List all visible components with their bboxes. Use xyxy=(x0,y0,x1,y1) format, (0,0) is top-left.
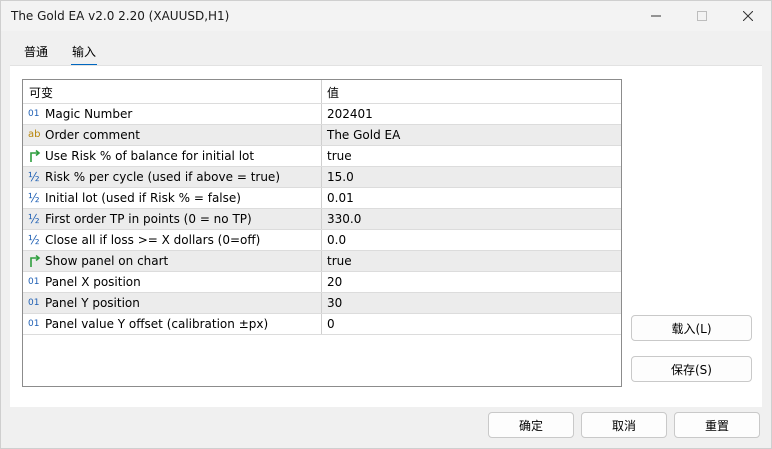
table-row[interactable]: 01 Panel value Y offset (calibration ±px)… xyxy=(23,314,621,335)
header-variable-cell[interactable]: 可变 xyxy=(23,80,321,103)
dialog-window: The Gold EA v2.0 2.20 (XAUUSD,H1) 普通 输入 … xyxy=(0,0,772,449)
double-icon: ½ xyxy=(28,233,40,247)
row-value: 0 xyxy=(327,317,335,331)
tab-common[interactable]: 普通 xyxy=(23,43,49,64)
row-value: true xyxy=(327,254,352,268)
grid-header: 可变 值 xyxy=(23,80,621,104)
row-name-cell: Show panel on chart xyxy=(23,251,321,271)
string-icon: ab xyxy=(28,129,41,140)
table-row[interactable]: Show panel on chart true xyxy=(23,251,621,272)
load-button[interactable]: 载入(L) xyxy=(631,315,752,341)
maximize-icon xyxy=(697,11,707,21)
row-value-cell[interactable]: true xyxy=(322,251,621,271)
row-value-cell[interactable]: 30 xyxy=(322,293,621,313)
row-name-cell: ½ Initial lot (used if Risk % = false) xyxy=(23,188,321,208)
cancel-button[interactable]: 取消 xyxy=(581,412,667,438)
row-value: 202401 xyxy=(327,107,373,121)
row-value: The Gold EA xyxy=(327,128,401,142)
row-name-cell: ab Order comment xyxy=(23,125,321,145)
row-value-cell[interactable]: 0.01 xyxy=(322,188,621,208)
row-name: Close all if loss >= X dollars (0=off) xyxy=(45,233,261,247)
table-row[interactable]: 01 Panel X position 20 xyxy=(23,272,621,293)
header-value-cell[interactable]: 值 xyxy=(322,80,621,103)
table-row[interactable]: 01 Panel Y position 30 xyxy=(23,293,621,314)
row-value-cell[interactable]: true xyxy=(322,146,621,166)
row-value: 20 xyxy=(327,275,343,289)
row-name-cell: Use Risk % of balance for initial lot xyxy=(23,146,321,166)
row-name: Initial lot (used if Risk % = false) xyxy=(45,191,241,205)
row-name: Show panel on chart xyxy=(45,254,169,268)
table-row[interactable]: ½ First order TP in points (0 = no TP) 330… xyxy=(23,209,621,230)
header-value-label: 值 xyxy=(327,86,340,100)
row-value: 30 xyxy=(327,296,343,310)
row-name-cell: ½ First order TP in points (0 = no TP) xyxy=(23,209,321,229)
row-value: true xyxy=(327,149,352,163)
row-value-cell[interactable]: 20 xyxy=(322,272,621,292)
row-value-cell[interactable]: 0 xyxy=(322,314,621,334)
row-value: 0.01 xyxy=(327,191,354,205)
integer-icon: 01 xyxy=(28,319,40,329)
close-icon xyxy=(743,11,753,21)
minimize-icon xyxy=(651,15,661,17)
minimize-button[interactable] xyxy=(633,1,679,31)
row-value: 330.0 xyxy=(327,212,362,226)
close-button[interactable] xyxy=(725,1,771,31)
table-row[interactable]: ab Order comment The Gold EA xyxy=(23,125,621,146)
table-row[interactable]: Use Risk % of balance for initial lot tru… xyxy=(23,146,621,167)
double-icon: ½ xyxy=(28,212,40,226)
row-name: Panel value Y offset (calibration ±px) xyxy=(45,317,269,331)
row-value-cell[interactable]: The Gold EA xyxy=(322,125,621,145)
row-value-cell[interactable]: 330.0 xyxy=(322,209,621,229)
row-name: Panel X position xyxy=(45,275,141,289)
maximize-button xyxy=(679,1,725,31)
row-name: Panel Y position xyxy=(45,296,140,310)
table-row[interactable]: 01 Magic Number 202401 xyxy=(23,104,621,125)
integer-icon: 01 xyxy=(28,109,40,119)
row-value-cell[interactable]: 0.0 xyxy=(322,230,621,250)
row-value: 0.0 xyxy=(327,233,347,247)
row-value: 15.0 xyxy=(327,170,354,184)
row-value-cell[interactable]: 15.0 xyxy=(322,167,621,187)
row-name: Risk % per cycle (used if above = true) xyxy=(45,170,280,184)
integer-icon: 01 xyxy=(28,298,40,308)
table-row[interactable]: ½ Initial lot (used if Risk % = false) 0.0… xyxy=(23,188,621,209)
boolean-icon xyxy=(28,148,42,164)
row-name-cell: ½ Close all if loss >= X dollars (0=off) xyxy=(23,230,321,250)
row-name: First order TP in points (0 = no TP) xyxy=(45,212,252,226)
boolean-icon xyxy=(28,253,42,269)
row-name-cell: 01 Panel Y position xyxy=(23,293,321,313)
row-value-cell[interactable]: 202401 xyxy=(322,104,621,124)
row-name-cell: ½ Risk % per cycle (used if above = true) xyxy=(23,167,321,187)
row-name-cell: 01 Panel value Y offset (calibration ±px) xyxy=(23,314,321,334)
save-button[interactable]: 保存(S) xyxy=(631,356,752,382)
integer-icon: 01 xyxy=(28,277,40,287)
double-icon: ½ xyxy=(28,191,40,205)
inputs-grid: 可变 值 01 Magic Number 202401 ab Order comment… xyxy=(22,79,622,387)
row-name: Use Risk % of balance for initial lot xyxy=(45,149,255,163)
table-row[interactable]: ½ Close all if loss >= X dollars (0=off) 0… xyxy=(23,230,621,251)
double-icon: ½ xyxy=(28,170,40,184)
table-row[interactable]: ½ Risk % per cycle (used if above = true)… xyxy=(23,167,621,188)
row-name-cell: 01 Panel X position xyxy=(23,272,321,292)
row-name-cell: 01 Magic Number xyxy=(23,104,321,124)
header-variable-label: 可变 xyxy=(29,86,54,100)
row-name: Order comment xyxy=(45,128,140,142)
title-bar[interactable]: The Gold EA v2.0 2.20 (XAUUSD,H1) xyxy=(1,1,771,31)
tab-inputs[interactable]: 输入 xyxy=(71,43,98,66)
window-title: The Gold EA v2.0 2.20 (XAUUSD,H1) xyxy=(11,9,230,23)
row-name: Magic Number xyxy=(45,107,133,121)
reset-button[interactable]: 重置 xyxy=(674,412,760,438)
ok-button[interactable]: 确定 xyxy=(488,412,574,438)
